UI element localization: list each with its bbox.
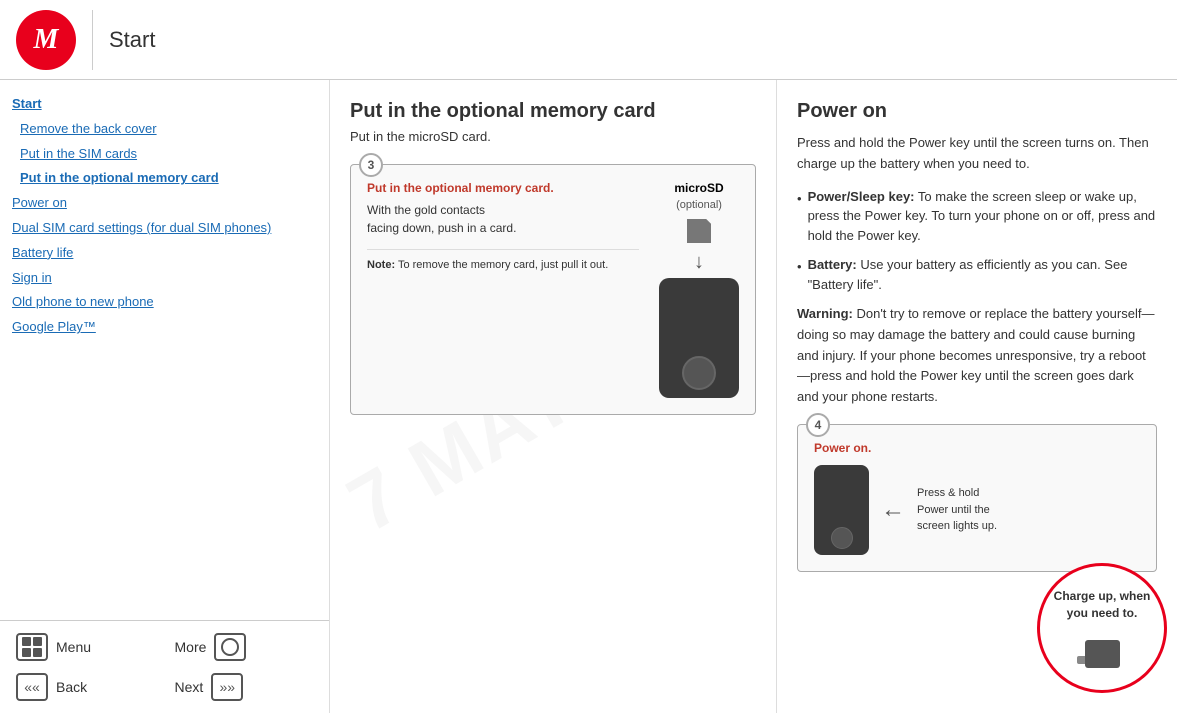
microsd-sub: (optional) xyxy=(676,199,722,211)
diagram-text: Put in the optional memory card. With th… xyxy=(367,181,639,273)
intro-text: Press and hold the Power key until the s… xyxy=(797,133,1157,175)
back-label: Back xyxy=(56,679,87,695)
diagram-instruction: With the gold contacts facing down, push… xyxy=(367,201,639,237)
bullet-dot-2: • xyxy=(797,257,802,294)
left-panel-title: Put in the optional memory card xyxy=(350,100,756,123)
sidebar-item-put-sim[interactable]: Put in the SIM cards xyxy=(8,142,321,167)
microsd-label: microSD xyxy=(674,181,723,195)
power-diagram-inner: ← Press & holdPower until thescreen ligh… xyxy=(814,465,1140,555)
sidebar-item-old-phone[interactable]: Old phone to new phone xyxy=(8,290,321,315)
menu-label: Menu xyxy=(56,639,91,655)
power-on-diagram: 4 Power on. ← Press & holdPower until th… xyxy=(797,424,1157,572)
right-panel-title: Power on xyxy=(797,100,1157,123)
more-label: More xyxy=(175,639,207,655)
bullet-power-sleep: • Power/Sleep key: To make the screen sl… xyxy=(797,187,1157,246)
sidebar-nav: StartRemove the back coverPut in the SIM… xyxy=(0,92,329,340)
bullet-power-text: Power/Sleep key: To make the screen slee… xyxy=(808,187,1157,246)
charge-text-line1: Charge up, when xyxy=(1054,588,1151,605)
menu-button[interactable]: Menu xyxy=(8,629,163,665)
header-divider xyxy=(92,10,93,70)
bullet-dot-1: • xyxy=(797,189,802,246)
main-layout: StartRemove the back coverPut in the SIM… xyxy=(0,80,1177,713)
sidebar-item-power-on[interactable]: Power on xyxy=(8,191,321,216)
arrow-down-icon: ↓ xyxy=(694,251,704,274)
menu-icon xyxy=(16,633,48,661)
diagram-title: Put in the optional memory card. xyxy=(367,181,639,195)
bullet-battery: • Battery: Use your battery as efficient… xyxy=(797,255,1157,294)
content-area: 7 MAY 2014 Put in the optional memory ca… xyxy=(330,80,1177,713)
sidebar-item-google-play[interactable]: Google Play™ xyxy=(8,315,321,340)
diagram-content: Put in the optional memory card. With th… xyxy=(367,181,739,398)
next-label: Next xyxy=(175,679,204,695)
header: M Start xyxy=(0,0,1177,80)
diagram-note: Note: To remove the memory card, just pu… xyxy=(367,249,639,273)
bullet-battery-text: Battery: Use your battery as efficiently… xyxy=(808,255,1157,294)
diagram-right: microSD (optional) ↓ xyxy=(659,181,739,398)
left-panel: 7 MAY 2014 Put in the optional memory ca… xyxy=(330,80,777,713)
right-panel: Power on Press and hold the Power key un… xyxy=(777,80,1177,713)
sidebar-item-start[interactable]: Start xyxy=(8,92,321,117)
power-diagram-title: Power on. xyxy=(814,441,1140,455)
sidebar: StartRemove the back coverPut in the SIM… xyxy=(0,80,330,713)
charge-callout: Charge up, when you need to. xyxy=(1037,563,1167,693)
warning-text: Warning: Don't try to remove or replace … xyxy=(797,304,1157,408)
next-button[interactable]: Next »» xyxy=(167,669,322,705)
grid-icon xyxy=(22,637,42,657)
sidebar-item-put-memory[interactable]: Put in the optional memory card xyxy=(8,166,321,191)
charger-body xyxy=(1085,640,1120,668)
page-title: Start xyxy=(109,27,155,53)
charge-text-line2: you need to. xyxy=(1067,605,1138,622)
power-phone-diagram xyxy=(814,465,869,555)
power-arrow-icon: ← xyxy=(881,496,905,524)
step-badge-3: 3 xyxy=(359,153,383,177)
back-button[interactable]: «« Back xyxy=(8,669,163,705)
step-badge-4: 4 xyxy=(806,413,830,437)
memory-card-diagram: 3 Put in the optional memory card. With … xyxy=(350,164,756,415)
left-panel-subtitle: Put in the microSD card. xyxy=(350,129,756,144)
microsd-icon xyxy=(687,219,711,243)
charger-icon xyxy=(1077,628,1127,668)
more-icon xyxy=(214,633,246,661)
next-icon: »» xyxy=(211,673,243,701)
sidebar-item-battery-life[interactable]: Battery life xyxy=(8,241,321,266)
circle-icon xyxy=(221,638,239,656)
sidebar-item-dual-sim[interactable]: Dual SIM card settings (for dual SIM pho… xyxy=(8,216,321,241)
more-button[interactable]: More xyxy=(167,629,322,665)
power-instructions: Press & holdPower until thescreen lights… xyxy=(917,485,997,535)
bottom-bar: Menu More «« Back Next »» xyxy=(0,620,329,713)
back-icon: «« xyxy=(16,673,48,701)
sidebar-item-remove-back-cover[interactable]: Remove the back cover xyxy=(8,117,321,142)
logo-letter: M xyxy=(34,24,59,56)
phone-diagram xyxy=(659,278,739,398)
motorola-logo: M xyxy=(16,10,76,70)
sidebar-item-sign-in[interactable]: Sign in xyxy=(8,266,321,291)
